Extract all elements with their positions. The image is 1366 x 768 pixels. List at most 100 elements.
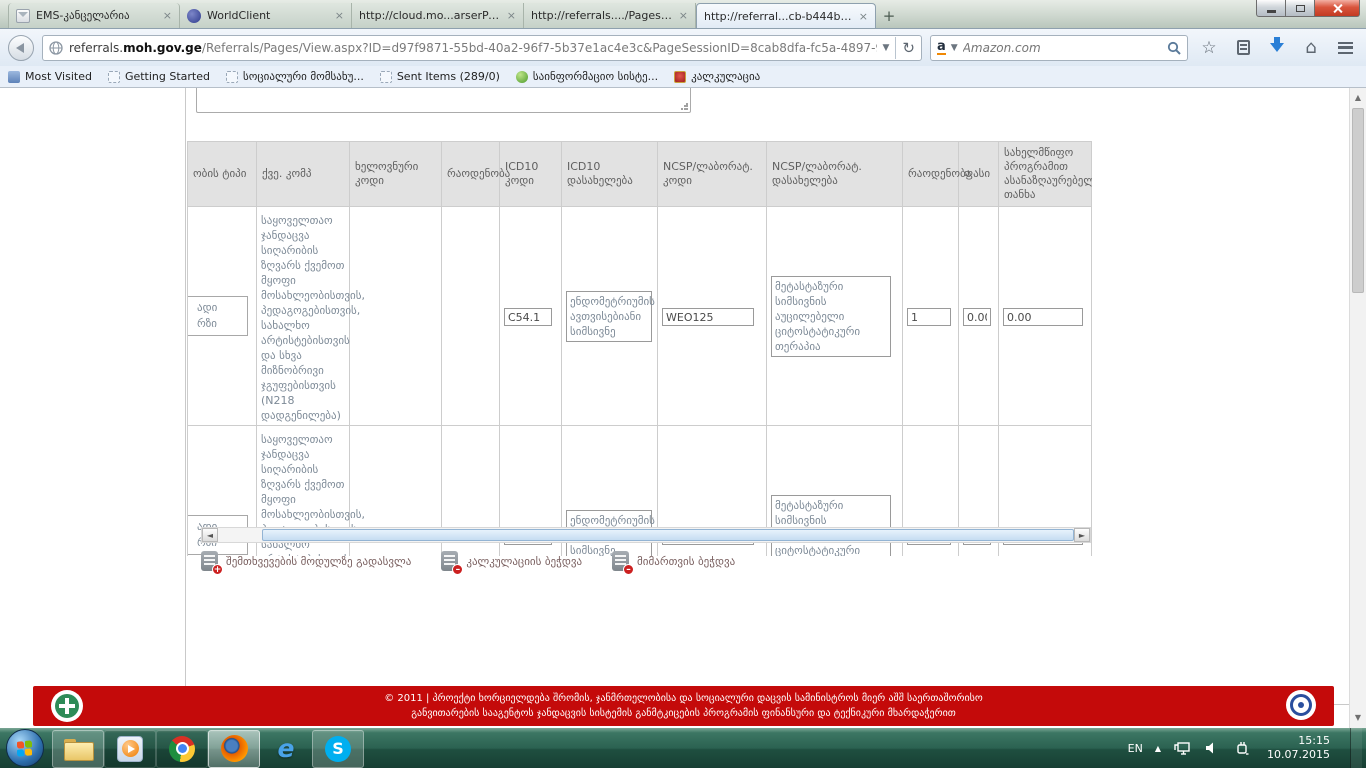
hamburger-icon <box>1338 42 1353 54</box>
new-tab-button[interactable]: + <box>876 5 902 27</box>
col-header-reimbursement: სახელმწიფო პროგრამით ასანაზღაურებელი თან… <box>999 142 1092 207</box>
bookmark-social-services[interactable]: სოციალური მომსახუ... <box>226 70 364 83</box>
desktop-screen: EMS-კანცელარია × WorldClient × http://cl… <box>0 0 1366 768</box>
volume-icon[interactable] <box>1203 739 1221 757</box>
engine-dropdown-icon[interactable]: ▼ <box>951 43 958 53</box>
url-bar[interactable]: referrals.moh.gov.ge/Referrals/Pages/Vie… <box>42 35 922 61</box>
price-input[interactable] <box>963 308 991 326</box>
amazon-engine-icon[interactable]: a <box>937 40 946 55</box>
comment-textarea[interactable] <box>196 88 691 113</box>
scroll-up-button[interactable]: ▲ <box>1350 90 1366 106</box>
bookmark-star-button[interactable]: ☆ <box>1196 35 1222 61</box>
home-button[interactable]: ⌂ <box>1298 35 1324 61</box>
windows-logo-icon <box>17 740 33 757</box>
search-bar[interactable]: a ▼ <box>930 35 1188 61</box>
tab-ems[interactable]: EMS-კანცელარია × <box>8 3 180 28</box>
icd10-code-input[interactable] <box>504 308 552 326</box>
menu-button[interactable] <box>1332 35 1358 61</box>
tab-cloud[interactable]: http://cloud.mo...arserPage.aspx × <box>352 3 524 28</box>
firefox-icon <box>221 735 248 762</box>
reimbursement-input[interactable] <box>1003 308 1083 326</box>
tab-title: http://referral...cb-b444bfc8b7f6 <box>704 10 853 23</box>
bookmark-most-visited[interactable]: Most Visited <box>8 70 92 83</box>
taskbar-chrome-button[interactable] <box>156 730 208 768</box>
ncsp-name-textarea[interactable]: მეტასტაზური სიმსივნის აუცილებელი ციტოსტა… <box>771 276 891 357</box>
bookmarks-menu-button[interactable] <box>1230 35 1256 61</box>
reload-icon[interactable]: ↻ <box>902 39 915 57</box>
tab-referrals-view-active[interactable]: http://referral...cb-b444bfc8b7f6 × <box>696 3 876 28</box>
scrollbar-thumb[interactable] <box>1352 108 1364 293</box>
tab-close-icon[interactable]: × <box>163 9 172 22</box>
start-button[interactable] <box>6 729 44 767</box>
site-globe-icon <box>49 41 63 55</box>
network-icon[interactable] <box>1173 739 1191 757</box>
quantity-cell <box>442 207 500 426</box>
power-plug-icon[interactable] <box>1233 739 1251 757</box>
col-header-type: ობის ტიპი <box>188 142 257 207</box>
resize-grip-icon[interactable] <box>681 103 688 110</box>
bookmark-calculation[interactable]: კალკულაცია <box>674 70 760 83</box>
scroll-left-button[interactable]: ◄ <box>202 528 218 542</box>
close-button[interactable] <box>1315 0 1360 17</box>
back-arrow-icon <box>16 43 24 53</box>
page-vertical-scrollbar[interactable]: ▲ ▼ <box>1349 88 1366 728</box>
type-field[interactable]: ადირზი <box>187 296 248 336</box>
taskbar-ie-button[interactable]: e <box>260 730 312 768</box>
scroll-right-button[interactable]: ► <box>1074 528 1090 542</box>
window-controls <box>1256 0 1360 17</box>
bookmark-getting-started[interactable]: Getting Started <box>108 70 210 83</box>
ncsp-code-input[interactable] <box>662 308 754 326</box>
system-tray: EN ▲ 15:15 10.07.2015 <box>1128 728 1366 768</box>
tab-title: EMS-კანცელარია <box>36 9 157 22</box>
default-favicon-icon <box>108 71 120 83</box>
default-favicon-icon <box>226 71 238 83</box>
back-button[interactable] <box>8 35 34 61</box>
tab-close-icon[interactable]: × <box>679 9 688 22</box>
bookmark-sent-items[interactable]: Sent Items (289/0) <box>380 70 500 83</box>
tab-title: http://cloud.mo...arserPage.aspx <box>359 9 501 22</box>
print-calculation-link[interactable]: – კალკულაციის ბეჭდვა <box>441 551 582 571</box>
col-header-quantity: რაოდენობა <box>442 142 500 207</box>
taskbar-firefox-button[interactable] <box>208 730 260 768</box>
language-indicator[interactable]: EN <box>1128 742 1143 755</box>
col-header-quantity2: რაოდენობა <box>903 142 959 207</box>
tab-close-icon[interactable]: × <box>335 9 344 22</box>
search-input[interactable] <box>963 41 1162 55</box>
quantity-input[interactable] <box>907 308 951 326</box>
taskbar-clock[interactable]: 15:15 10.07.2015 <box>1267 734 1330 762</box>
tab-referrals-list[interactable]: http://referrals..../Pages/List.aspx × <box>524 3 696 28</box>
restore-button[interactable] <box>1286 0 1315 17</box>
taskbar-explorer-button[interactable] <box>52 730 104 768</box>
icd10-name-textarea[interactable]: ენდომეტრიუმის ავთვისებიანი სიმსივნე <box>566 291 652 342</box>
print-icon: – <box>612 551 629 571</box>
scrollbar-thumb[interactable] <box>262 529 1074 541</box>
downloads-button[interactable] <box>1264 35 1290 61</box>
show-desktop-button[interactable] <box>1350 728 1362 768</box>
print-referral-link[interactable]: – მიმართვის ბეჭდვა <box>612 551 735 571</box>
taskbar-media-player-button[interactable] <box>104 730 156 768</box>
action-links: + შემთხვევების მოდულზე გადასვლა – კალკულ… <box>201 551 735 571</box>
col-header-artificial-code: ხელოვნური კოდი <box>350 142 442 207</box>
url-dropdown-icon[interactable]: ▼ <box>883 43 890 53</box>
chrome-icon <box>169 736 195 762</box>
module-icon: + <box>201 551 218 571</box>
skype-icon: S <box>325 736 351 762</box>
tab-worldclient[interactable]: WorldClient × <box>180 3 352 28</box>
bookmark-info-system[interactable]: საინფორმაციო სისტე... <box>516 70 658 83</box>
minimize-button[interactable] <box>1256 0 1286 17</box>
search-icon[interactable] <box>1167 41 1181 55</box>
tab-title: WorldClient <box>207 9 329 22</box>
artificial-code-cell <box>350 207 442 426</box>
usaid-logo <box>1286 690 1316 720</box>
tab-close-icon[interactable]: × <box>859 10 868 23</box>
taskbar-skype-button[interactable]: S <box>312 730 364 768</box>
table-horizontal-scrollbar[interactable]: ◄ ► <box>201 527 1091 543</box>
ie-icon: e <box>278 736 295 761</box>
hidden-icons-arrow-icon[interactable]: ▲ <box>1155 744 1161 753</box>
go-to-cases-module-link[interactable]: + შემთხვევების მოდულზე გადასვლა <box>201 551 411 571</box>
url-text: referrals.moh.gov.ge/Referrals/Pages/Vie… <box>69 41 877 55</box>
scroll-down-button[interactable]: ▼ <box>1350 710 1366 726</box>
ncsp-name-textarea[interactable]: მეტასტაზური სიმსივნის აუცილებელი ციტოსტა… <box>771 495 891 557</box>
col-header-price: ფასი <box>959 142 999 207</box>
tab-close-icon[interactable]: × <box>507 9 516 22</box>
